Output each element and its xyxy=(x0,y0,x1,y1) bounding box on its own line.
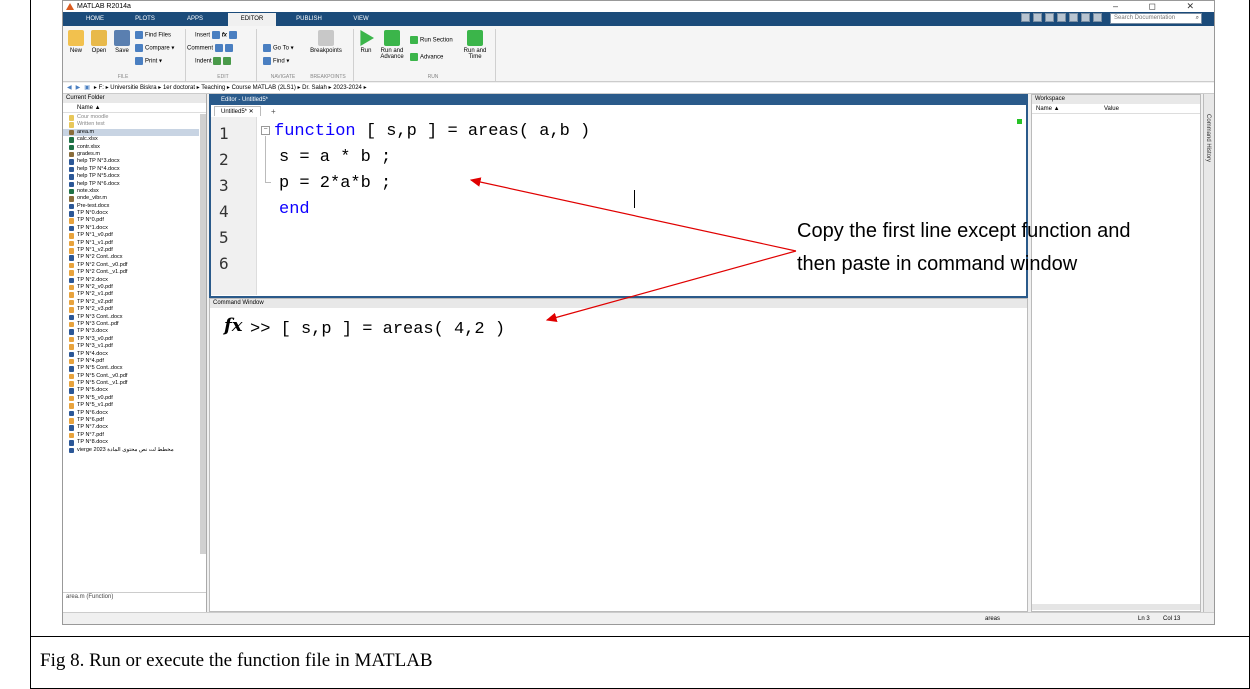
figure-frame: MATLAB R2014a – ◻ ✕ HOME PLOTS APPS EDIT… xyxy=(0,0,1250,689)
annotation-arrows xyxy=(469,177,797,323)
arrow-to-command-window xyxy=(545,250,797,323)
figure-caption: Fig 8. Run or execute the function file … xyxy=(40,650,433,671)
arrow-to-function-line xyxy=(469,177,797,252)
caption-divider xyxy=(30,636,1250,637)
